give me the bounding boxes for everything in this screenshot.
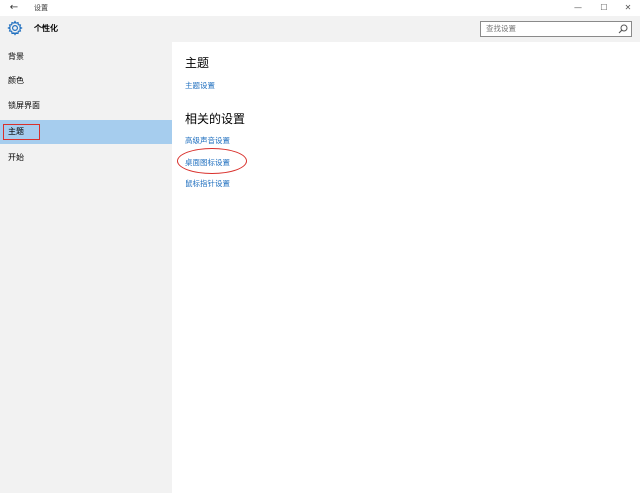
section-title-themes: 主题 [185, 56, 210, 70]
sidebar-item-label: 主题 [8, 127, 24, 136]
desktop-icon-settings-link[interactable]: 桌面图标设置 [185, 157, 230, 168]
advanced-sound-settings-link[interactable]: 高级声音设置 [185, 135, 230, 146]
header: 个性化 查找设置 [0, 16, 640, 42]
sidebar-item-label: 颜色 [8, 76, 24, 85]
window-title: 设置 [34, 4, 48, 12]
page-title: 个性化 [34, 24, 58, 33]
sidebar-item-label: 开始 [8, 153, 24, 162]
sidebar: 背景 颜色 锁屏界面 主题 开始 [0, 42, 172, 493]
search-placeholder: 查找设置 [486, 24, 516, 33]
sidebar-item-lock-screen[interactable]: 锁屏界面 [0, 94, 172, 118]
sidebar-item-start[interactable]: 开始 [0, 146, 172, 170]
search-input[interactable]: 查找设置 [480, 21, 632, 37]
search-icon[interactable] [618, 24, 628, 34]
title-bar: ← 设置 — ☐ ✕ [0, 0, 640, 16]
maximize-button[interactable]: ☐ [592, 0, 616, 16]
mouse-pointer-settings-link[interactable]: 鼠标指针设置 [185, 178, 230, 189]
gear-icon [7, 20, 23, 36]
sidebar-item-label: 锁屏界面 [8, 101, 40, 110]
back-arrow-icon[interactable]: ← [6, 0, 22, 16]
theme-settings-link[interactable]: 主题设置 [185, 80, 215, 91]
section-title-related-settings: 相关的设置 [185, 112, 246, 126]
sidebar-item-label: 背景 [8, 52, 24, 61]
main-content: 主题 主题设置 相关的设置 高级声音设置 桌面图标设置 鼠标指针设置 [172, 42, 640, 493]
close-button[interactable]: ✕ [616, 0, 640, 16]
sidebar-item-colors[interactable]: 颜色 [0, 69, 172, 93]
sidebar-item-themes[interactable]: 主题 [0, 120, 172, 144]
sidebar-item-background[interactable]: 背景 [0, 45, 172, 69]
minimize-button[interactable]: — [566, 0, 590, 16]
